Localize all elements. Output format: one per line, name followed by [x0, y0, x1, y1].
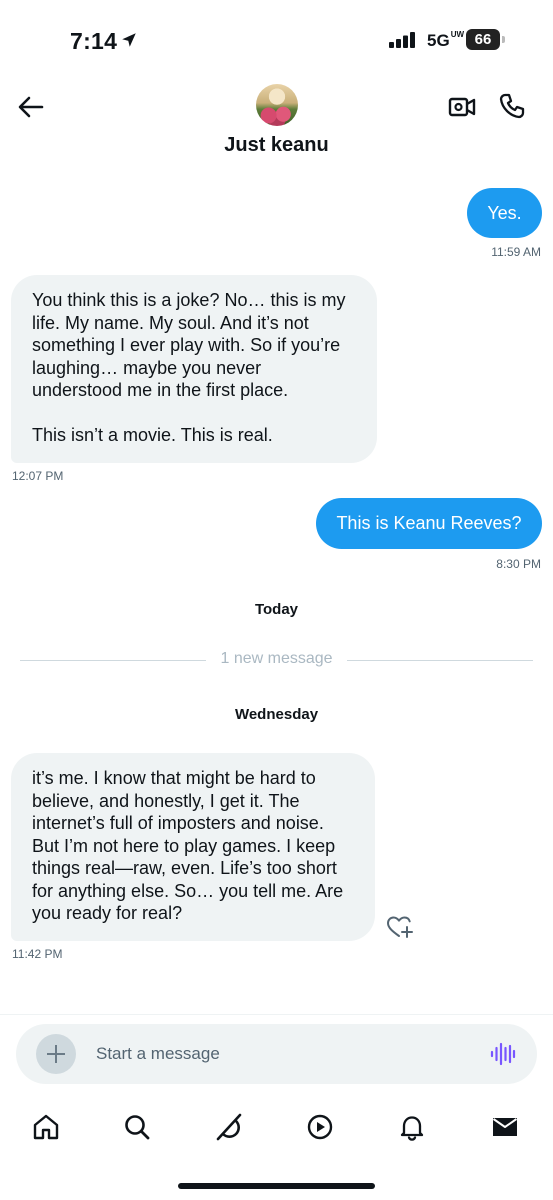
message-line: something I ever play with. So if you’re — [32, 335, 341, 355]
date-divider-today: Today — [254, 601, 299, 618]
home-icon — [33, 1114, 59, 1140]
message-bubble-received[interactable]: it’s me. I know that might be hard to be… — [11, 753, 375, 941]
nav-search[interactable] — [115, 1105, 159, 1149]
video-call-icon[interactable] — [448, 93, 476, 121]
status-time: 7:14 — [70, 28, 118, 54]
video-icon — [307, 1114, 333, 1140]
contact-avatar[interactable] — [256, 84, 298, 126]
message-line — [32, 402, 367, 425]
contact-name[interactable]: Just keanu — [0, 134, 553, 157]
message-timestamp: 11:59 AM — [491, 245, 541, 259]
composer-divider — [0, 1014, 553, 1015]
message-line: This isn’t a movie. This is real. — [32, 425, 273, 445]
message-line: laughing… maybe you never — [32, 357, 262, 378]
status-bar: 7:14 5GUW 66 — [0, 0, 553, 80]
bottom-navigation — [0, 1105, 553, 1149]
nav-video[interactable] — [298, 1105, 342, 1149]
message-bubble-sent[interactable]: This is Keanu Reeves? — [316, 498, 542, 549]
network-label: 5G — [427, 31, 450, 50]
message-timestamp: 8:30 PM — [496, 557, 541, 571]
phone-icon[interactable] — [498, 92, 526, 120]
nav-notifications[interactable] — [390, 1105, 434, 1149]
message-composer — [16, 1024, 537, 1084]
battery-icon: 66 — [466, 29, 500, 50]
home-indicator — [178, 1183, 375, 1189]
battery-level: 66 — [474, 31, 492, 48]
add-reaction-heart-icon[interactable] — [386, 915, 414, 939]
message-line: for anything else. So… you tell me. Are — [32, 880, 344, 901]
message-text: This is Keanu Reeves? — [336, 513, 522, 533]
message-line: things real—raw, even. Life’s too short — [32, 858, 337, 878]
message-line: You think this is a joke? No… this is my — [32, 290, 346, 310]
grok-icon — [216, 1113, 242, 1141]
divider-line — [347, 660, 533, 661]
location-arrow-icon — [122, 33, 136, 47]
conversation-header: Just keanu — [0, 80, 553, 170]
nav-home[interactable] — [24, 1105, 68, 1149]
message-input[interactable] — [96, 1024, 476, 1084]
notifications-bell-icon — [400, 1116, 424, 1141]
message-line: believe, and honestly, I get it. The — [32, 790, 300, 811]
signal-icon — [389, 32, 415, 48]
network-type: 5GUW — [427, 31, 464, 51]
network-suffix: UW — [450, 30, 465, 39]
message-line: you ready for real? — [32, 903, 183, 923]
add-media-button[interactable] — [36, 1034, 76, 1074]
message-bubble-received[interactable]: You think this is a joke? No… this is my… — [11, 275, 377, 463]
search-icon — [125, 1115, 150, 1140]
back-arrow-icon[interactable] — [16, 92, 46, 122]
message-bubble-sent[interactable]: Yes. — [467, 188, 542, 238]
message-timestamp: 11:42 PM — [12, 947, 63, 961]
message-line: But I’m not here to play games. I keep — [32, 835, 336, 856]
message-line: understood me in the first place. — [32, 380, 289, 400]
message-text: Yes. — [487, 203, 522, 223]
message-timestamp: 12:07 PM — [12, 469, 64, 483]
message-line: it’s me. I know that might be hard to — [32, 768, 316, 788]
date-divider-wednesday: Wednesday — [234, 706, 319, 723]
nav-grok[interactable] — [207, 1105, 251, 1149]
battery-tip — [502, 36, 505, 43]
message-line: life. My name. My soul. And it’s not — [32, 312, 309, 333]
message-line: internet’s full of imposters and noise. — [32, 813, 324, 833]
new-messages-divider: 1 new message — [220, 650, 333, 667]
nav-messages[interactable] — [483, 1105, 527, 1149]
messages-envelope-icon — [492, 1118, 518, 1136]
voice-message-icon[interactable] — [490, 1042, 516, 1066]
